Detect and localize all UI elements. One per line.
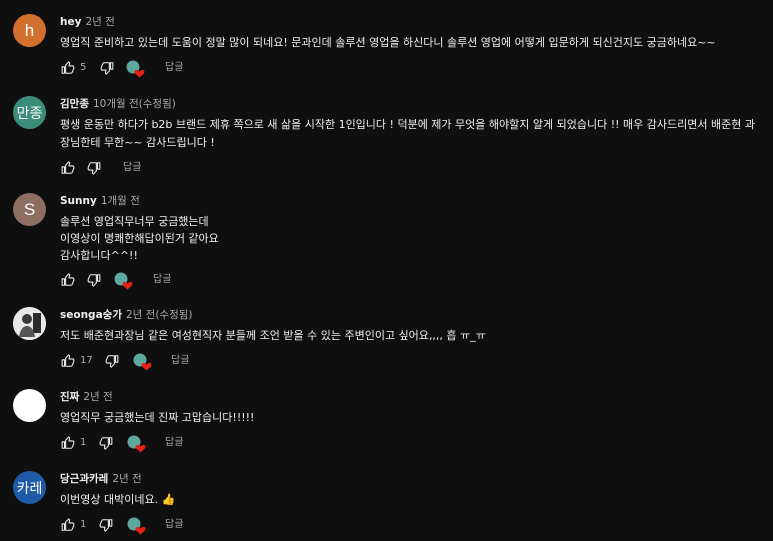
reply-button[interactable]: 답글 — [165, 60, 183, 76]
reply-button[interactable]: 답글 — [165, 435, 183, 451]
like-count: 1 — [80, 437, 87, 448]
avatar[interactable] — [13, 307, 46, 340]
thumb-down-icon — [99, 519, 113, 532]
dislike-button[interactable] — [99, 60, 115, 76]
comment-text: 평생 운동만 하다가 b2b 브랜드 제휴 쪽으로 새 삶을 시작한 1인입니다… — [60, 118, 755, 149]
creator-heart-icon — [126, 60, 146, 78]
profile-photo — [13, 307, 46, 340]
comment-meta: 김만종 10개월 전(수정됨) — [60, 96, 763, 112]
comment-meta: hey 2년 전 — [60, 14, 763, 30]
creator-heart-icon — [114, 272, 134, 290]
like-count: 1 — [80, 519, 87, 530]
creator-heart-icon — [127, 435, 147, 453]
thumb-up-icon — [61, 436, 75, 449]
comment-actions: 답글 — [60, 160, 763, 180]
reply-button[interactable]: 답글 — [171, 353, 189, 369]
like-count: 5 — [80, 62, 87, 73]
avatar[interactable]: 카레 — [13, 471, 46, 504]
like-button[interactable] — [60, 435, 76, 451]
thumb-up-icon — [61, 518, 75, 531]
like-button[interactable] — [60, 353, 76, 369]
comment-time[interactable]: 1개월 전 — [101, 195, 140, 207]
reply-button[interactable]: 답글 — [153, 272, 171, 288]
creator-heart-icon — [127, 517, 147, 535]
comment-meta: seonga숭가 2년 전(수정됨) — [60, 307, 763, 323]
comment-actions: 1 답글 — [60, 517, 763, 537]
reply-button[interactable]: 답글 — [165, 517, 183, 533]
comment-time[interactable]: 2년 전 — [112, 473, 141, 485]
comment-author[interactable]: Sunny — [60, 195, 97, 207]
comment-body: seonga숭가 2년 전(수정됨) 저도 배준현과장님 같은 여성현직자 분들께… — [60, 307, 763, 373]
comment-time[interactable]: 2년 전 — [83, 391, 112, 403]
avatar[interactable]: h — [13, 14, 46, 47]
comment-text: 저도 배준현과장님 같은 여성현직자 분들께 조언 받을 수 있는 주변인이고 … — [60, 329, 486, 342]
thumb-up-icon — [61, 354, 75, 367]
dislike-button[interactable] — [98, 435, 114, 451]
comment-meta: 당근과카레 2년 전 — [60, 471, 763, 487]
comment-author[interactable]: 김만종 — [60, 98, 89, 110]
comment-actions: 1 답글 — [60, 435, 763, 455]
thumb-down-icon — [87, 274, 101, 287]
thumb-down-icon — [87, 162, 101, 175]
comment-time[interactable]: 10개월 전(수정됨) — [93, 98, 176, 110]
creator-heart-icon — [133, 353, 153, 371]
thumb-up-icon — [61, 273, 75, 286]
comment-text: 솔루션 영업직무너무 궁금했는데 이영상이 명쾌한해답이된거 같아요 감사합니다… — [60, 215, 219, 262]
avatar[interactable]: 만종 — [13, 96, 46, 129]
avatar[interactable] — [13, 389, 46, 422]
comment-actions: 답글 — [60, 272, 763, 292]
comment-body: 김만종 10개월 전(수정됨) 평생 운동만 하다가 b2b 브랜드 제휴 쪽으로… — [60, 96, 763, 180]
thumb-down-icon — [99, 437, 113, 450]
dislike-button[interactable] — [86, 160, 102, 176]
comment-author[interactable]: 당근과카레 — [60, 473, 108, 485]
comment-time[interactable]: 2년 전(수정됨) — [126, 309, 193, 321]
thumb-down-icon — [100, 62, 114, 75]
dislike-button[interactable] — [104, 353, 120, 369]
thumb-up-icon — [61, 61, 75, 74]
comment-author[interactable]: 진짜 — [60, 391, 79, 403]
comment-author[interactable]: hey — [60, 16, 81, 28]
comment-text: 이번영상 대박이네요. 👍 — [60, 493, 176, 506]
comment-body: hey 2년 전 영업직 준비하고 있는데 도움이 정말 많이 되네요! 문과인데… — [60, 14, 763, 80]
comment-actions: 17 답글 — [60, 353, 763, 373]
thumb-down-icon — [105, 355, 119, 368]
like-button[interactable] — [60, 272, 76, 288]
thumb-up-icon — [61, 161, 75, 174]
comment-author[interactable]: seonga숭가 — [60, 309, 122, 321]
like-button[interactable] — [60, 517, 76, 533]
comment-text: 영업직 준비하고 있는데 도움이 정말 많이 되네요! 문과인데 솔루션 영업을… — [60, 36, 716, 49]
comment-text: 영업직무 궁금했는데 진짜 고맙습니다!!!!! — [60, 411, 255, 424]
like-button[interactable] — [60, 60, 76, 76]
reply-button[interactable]: 답글 — [123, 160, 141, 176]
dislike-button[interactable] — [98, 517, 114, 533]
comment-actions: 5 답글 — [60, 60, 763, 80]
comment-body: Sunny 1개월 전 솔루션 영업직무너무 궁금했는데 이영상이 명쾌한해답이된… — [60, 193, 763, 292]
comment-body: 진짜 2년 전 영업직무 궁금했는데 진짜 고맙습니다!!!!! 1 답글 — [60, 389, 763, 455]
comment-meta: Sunny 1개월 전 — [60, 193, 763, 209]
like-button[interactable] — [60, 160, 76, 176]
comment-meta: 진짜 2년 전 — [60, 389, 763, 405]
avatar[interactable]: S — [13, 193, 46, 226]
dislike-button[interactable] — [86, 272, 102, 288]
comment-time[interactable]: 2년 전 — [85, 16, 114, 28]
comment-body: 당근과카레 2년 전 이번영상 대박이네요. 👍 1 답글 — [60, 471, 763, 537]
like-count: 17 — [80, 355, 93, 366]
